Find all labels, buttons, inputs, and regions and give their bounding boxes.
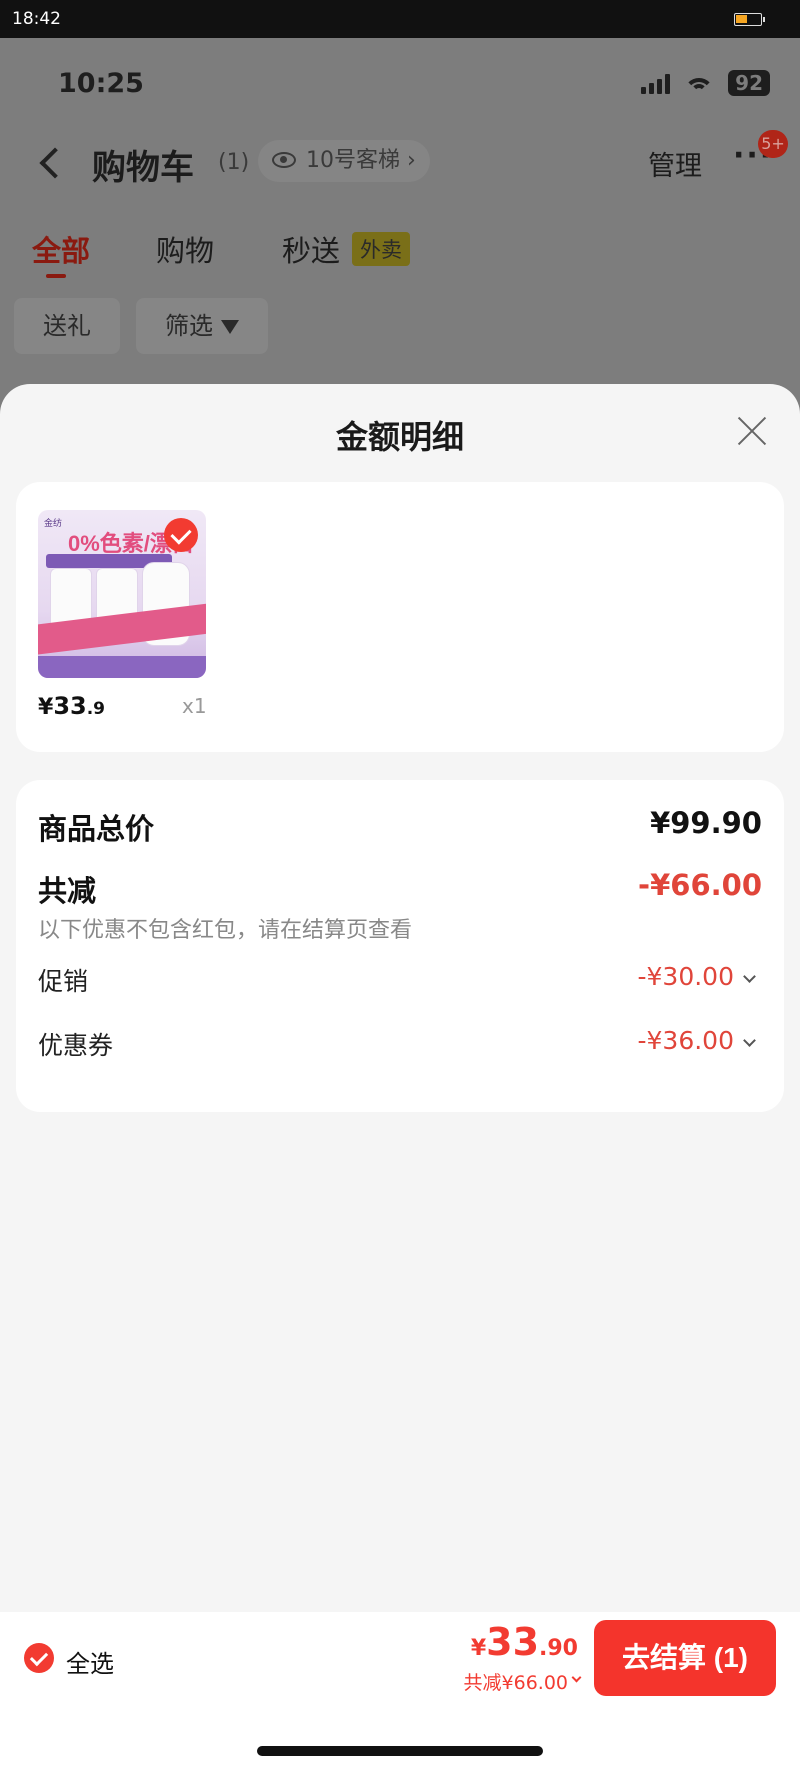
tab-instant[interactable]: 秒送 (282, 228, 340, 270)
signal-icon (641, 72, 671, 94)
home-indicator-area (0, 1700, 800, 1770)
product-thumbnail[interactable]: 金纺 0%色素/漂白 (38, 510, 206, 678)
checked-icon[interactable] (164, 518, 198, 552)
gift-chip[interactable]: 送礼 (14, 298, 120, 354)
coupon-label: 优惠券 (38, 1031, 114, 1060)
checkout-bar: 全选 ¥33.90 共减¥66.00 去结算 (1) (0, 1612, 800, 1700)
item-quantity: x1 (182, 694, 207, 718)
checkout-button[interactable]: 去结算 (1) (594, 1620, 776, 1696)
cart-count: (1) (218, 150, 250, 175)
chevron-down-icon[interactable] (571, 1672, 582, 1683)
filter-label: 筛选 (165, 312, 213, 340)
chevron-right-icon: › (407, 148, 416, 173)
chevron-down-icon[interactable] (743, 1034, 756, 1047)
page-title: 购物车 (92, 148, 194, 188)
sheet-title: 金额明细 (335, 418, 464, 456)
coupon-value[interactable]: -¥36.00 (638, 1026, 735, 1055)
manage-button[interactable]: 管理 (648, 144, 702, 183)
total-price: ¥33.90 (470, 1620, 578, 1664)
address-selector[interactable]: 10号客梯 › (258, 140, 430, 182)
tab-shopping[interactable]: 购物 (156, 228, 214, 270)
ios-status-bar: 10:25 92 (0, 68, 800, 108)
discount-value: -¥66.00 (638, 868, 762, 902)
tab-all[interactable]: 全部 (32, 228, 90, 270)
cart-nav-bar: 购物车 (1) 10号客梯 › 管理 ··· 5+ (0, 130, 800, 198)
wifi-icon (684, 72, 715, 94)
chevron-down-icon[interactable] (743, 970, 756, 983)
promo-value[interactable]: -¥30.00 (638, 962, 735, 991)
takeout-tag: 外卖 (352, 232, 410, 266)
address-text: 10号客梯 (306, 148, 400, 173)
funnel-icon (221, 320, 239, 334)
product-image-base (38, 656, 206, 678)
filter-chip[interactable]: 筛选 (136, 298, 268, 354)
system-time: 18:42 (12, 9, 61, 29)
eye-icon (272, 152, 296, 168)
home-indicator[interactable] (257, 1746, 543, 1756)
notification-badge: 5+ (758, 130, 788, 158)
brand-logo: 金纺 (44, 519, 63, 529)
price-breakdown-card: 商品总价 ¥99.90 共减 -¥66.00 以下优惠不包含红包，请在结算页查看… (16, 780, 784, 1112)
select-all-checkbox[interactable] (24, 1643, 54, 1673)
total-label: 商品总价 (38, 812, 155, 846)
close-icon[interactable] (736, 414, 768, 446)
back-icon[interactable] (39, 147, 71, 179)
cart-page-background: 10:25 92 购物车 (1) 10号客梯 › 管理 ··· 5+ 全部 购物… (0, 38, 800, 438)
battery-icon (734, 13, 765, 26)
ios-battery: 92 (728, 70, 770, 96)
promo-label: 促销 (38, 967, 89, 996)
ios-time: 10:25 (58, 68, 144, 99)
saved-amount[interactable]: 共减¥66.00 (464, 1668, 568, 1695)
selected-items-card: 金纺 0%色素/漂白 ¥33.9 x1 (16, 482, 784, 752)
cart-tabs: 全部 购物 秒送 外卖 (0, 228, 800, 278)
item-price: ¥33.9 (38, 692, 106, 720)
system-status-bar: 18:42 (0, 0, 800, 38)
amount-detail-sheet: 金额明细 金纺 0%色素/漂白 ¥33.9 x1 商品总价 ¥99.90 共减 … (0, 384, 800, 1770)
discount-note: 以下优惠不包含红包，请在结算页查看 (38, 918, 413, 943)
tab-underline (46, 274, 66, 278)
select-all-label[interactable]: 全选 (66, 1644, 114, 1679)
total-value: ¥99.90 (650, 806, 762, 840)
discount-label: 共减 (38, 874, 97, 908)
filter-bar: 送礼 筛选 (0, 298, 800, 354)
